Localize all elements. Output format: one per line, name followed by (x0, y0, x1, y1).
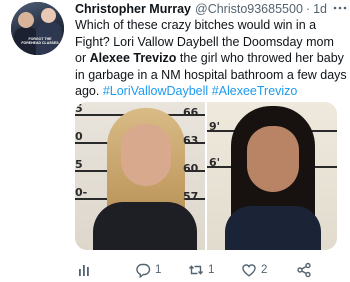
author-handle[interactable]: @Christo93685500 (195, 2, 303, 16)
avatar-caption: FORGOT THE FOREHEAD CLASSES (21, 37, 59, 45)
analytics-icon (79, 265, 89, 276)
avatar-face-right (41, 8, 56, 23)
reply-count: 1 (155, 264, 162, 276)
avatar-face-left (18, 12, 34, 28)
hashtag-lori[interactable]: #LoriVallowDaybell (103, 84, 208, 98)
tweet-content: Christopher Murray @Christo93685500 · 1d… (75, 0, 347, 278)
reply-button[interactable]: 1 (135, 262, 161, 278)
tweet[interactable]: FORGOT THE FOREHEAD CLASSES Christopher … (0, 0, 350, 282)
more-icon[interactable] (333, 3, 347, 13)
share-button[interactable] (296, 262, 312, 278)
share-icon (297, 262, 311, 278)
ruler-label: 0- (75, 186, 88, 199)
retweet-count: 1 (208, 264, 215, 276)
ruler-label: 60 (183, 162, 199, 175)
reply-icon (136, 263, 151, 278)
face (247, 126, 299, 192)
mugshot-left[interactable]: 5 0 5 0- 66 63 60 57 (75, 102, 205, 250)
tweet-media[interactable]: 5 0 5 0- 66 63 60 57 9' 6' (75, 102, 337, 250)
retweet-icon (188, 265, 204, 275)
hashtag-alexee[interactable]: #AlexeeTrevizo (212, 84, 298, 98)
ruler-label: 57 (183, 190, 199, 203)
face (121, 124, 171, 186)
like-icon (242, 264, 256, 277)
ruler-label: 63 (183, 134, 199, 147)
separator-dot: · (305, 2, 311, 16)
retweet-button[interactable]: 1 (188, 262, 214, 278)
shirt (93, 202, 197, 250)
action-bar: 1 1 2 (75, 262, 337, 278)
tweet-text: Which of these crazy bitches would win i… (75, 17, 347, 100)
shirt (225, 206, 321, 250)
tweet-header: Christopher Murray @Christo93685500 · 1d (75, 0, 347, 18)
like-button[interactable]: 2 (241, 262, 267, 278)
analytics-button[interactable] (77, 262, 93, 278)
ruler-label: 0 (75, 130, 83, 143)
like-count: 2 (261, 264, 268, 276)
author-name[interactable]: Christopher Murray (75, 2, 191, 16)
ruler-label: 66 (183, 106, 199, 119)
tweet-time[interactable]: 1d (313, 2, 327, 16)
bold-name: Alexee Trevizo (89, 51, 177, 65)
ruler-label: 5 (75, 102, 83, 115)
mugshot-right[interactable]: 9' 6' (207, 102, 337, 250)
ruler-label: 6' (209, 156, 221, 169)
ruler-label: 5 (75, 158, 83, 171)
avatar[interactable]: FORGOT THE FOREHEAD CLASSES (11, 2, 64, 55)
ruler-label: 9' (209, 120, 221, 133)
